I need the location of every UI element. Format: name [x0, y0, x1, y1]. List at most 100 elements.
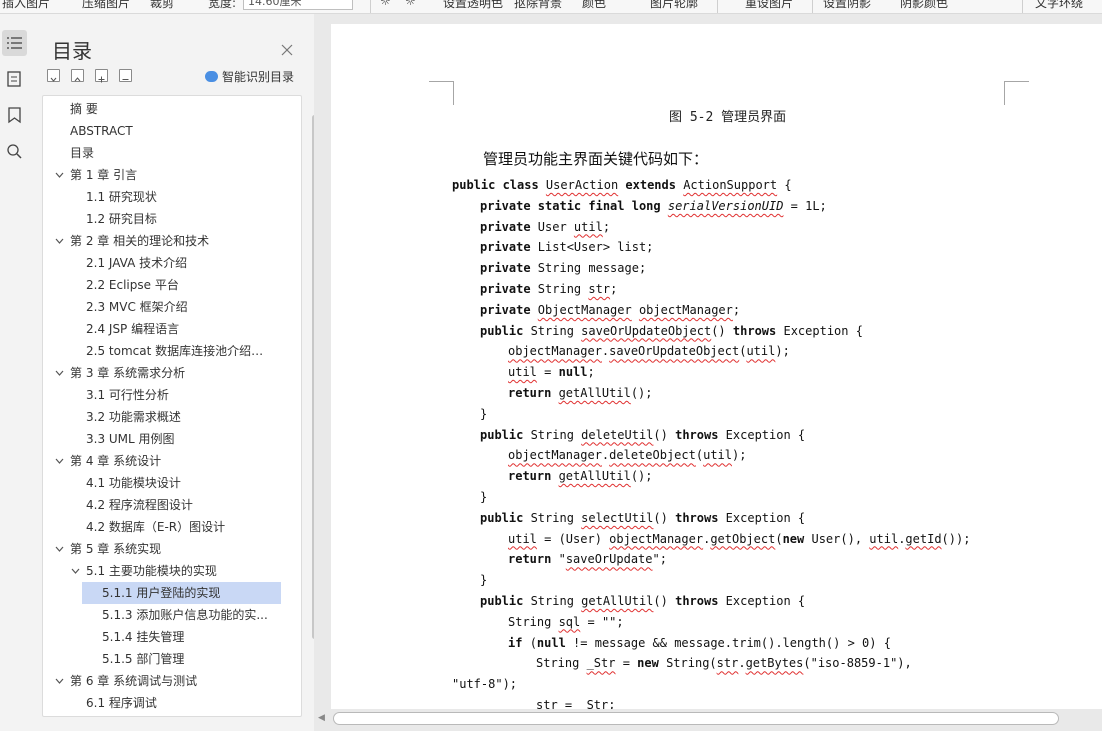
- code-token: saveOrUpdateObject: [609, 344, 740, 359]
- add-level-icon[interactable]: [95, 69, 108, 83]
- code-line: "utf-8");: [452, 674, 970, 695]
- navigation-rail: [0, 14, 30, 731]
- code-token: private: [480, 302, 538, 317]
- code-block: public class UserAction extends ActionSu…: [452, 175, 970, 716]
- code-token: new: [782, 531, 812, 546]
- toolbar-divider: [370, 0, 371, 13]
- code-token: ());: [941, 531, 971, 546]
- horizontal-scrollbar[interactable]: ◀: [314, 709, 1102, 731]
- toc-item-label: 2.5 tomcat 数据库连接池介绍与 ...: [86, 344, 275, 358]
- toc-item-label: 第 4 章 系统设计: [70, 454, 162, 468]
- toc-item[interactable]: 6.1 程序调试: [43, 692, 299, 714]
- chevron-down-icon[interactable]: [55, 677, 64, 685]
- scroll-left-icon[interactable]: ◀: [318, 713, 325, 723]
- toc-item-selected[interactable]: 5.1.1 用户登陆的实现: [82, 582, 281, 604]
- collapse-all-icon[interactable]: [47, 69, 60, 82]
- toc-item[interactable]: 2.3 MVC 框架介绍: [43, 296, 299, 318]
- code-token: = "";: [580, 614, 624, 629]
- toc-item[interactable]: 第 6 章 系统调试与测试: [43, 670, 299, 692]
- reset-picture-button[interactable]: 重设图片: [745, 0, 793, 11]
- brightness-icon[interactable]: ☼: [380, 0, 391, 8]
- chevron-down-icon[interactable]: [71, 567, 80, 575]
- toc-item[interactable]: 1.1 研究现状: [43, 186, 299, 208]
- ai-icon: [205, 71, 218, 82]
- toc-item-label: 2.3 MVC 框架介绍: [86, 300, 188, 314]
- toc-item[interactable]: 4.1 功能模块设计: [43, 472, 299, 494]
- code-token: if: [508, 635, 530, 650]
- compress-picture-button[interactable]: 压缩图片: [82, 0, 130, 11]
- toc-item-label: 4.1 功能模块设计: [86, 476, 181, 490]
- toc-item[interactable]: 第 1 章 引言: [43, 164, 299, 186]
- close-icon[interactable]: [277, 40, 297, 60]
- toc-item[interactable]: 5.1.3 添加账户信息功能的实...: [43, 604, 299, 626]
- toc-item[interactable]: 第 4 章 系统设计: [43, 450, 299, 472]
- chevron-down-icon[interactable]: [55, 369, 64, 377]
- search-icon[interactable]: [2, 138, 27, 164]
- toc-item-label: 2.2 Eclipse 平台: [86, 278, 179, 292]
- code-token: =: [536, 365, 559, 380]
- code-token: String: [537, 281, 589, 296]
- chevron-down-icon[interactable]: [55, 171, 64, 179]
- set-shadow-button[interactable]: 设置阴影: [823, 0, 871, 11]
- code-token: throws: [732, 323, 784, 338]
- toc-item[interactable]: 第 5 章 系统实现: [43, 538, 299, 560]
- code-token: }: [480, 489, 488, 504]
- bookmark-icon[interactable]: [2, 102, 27, 128]
- text-wrap-button[interactable]: 文字环绕: [1035, 0, 1083, 11]
- set-transparent-button[interactable]: 设置透明色: [443, 0, 503, 11]
- toc-item[interactable]: 4.2 数据库（E-R）图设计: [43, 516, 299, 538]
- code-token: extends: [618, 178, 684, 192]
- toc-list: 摘 要 ABSTRACT 目录第 1 章 引言 1.1 研究现状 1.2 研究目标第 2…: [42, 95, 302, 717]
- code-line: public String deleteUtil() throws Except…: [452, 425, 970, 446]
- crop-button[interactable]: 裁剪: [150, 0, 174, 11]
- chevron-down-icon[interactable]: [55, 457, 64, 465]
- toc-item[interactable]: 4.2 程序流程图设计: [43, 494, 299, 516]
- code-token: sql: [558, 614, 581, 629]
- toc-item-label: 3.3 UML 用例图: [86, 432, 175, 446]
- toc-panel-icon[interactable]: [2, 30, 27, 56]
- toc-item[interactable]: 2.1 JAVA 技术介绍: [43, 252, 299, 274]
- toc-item[interactable]: 2.4 JSP 编程语言: [43, 318, 299, 340]
- toc-item[interactable]: 2.5 tomcat 数据库连接池介绍与 ...: [43, 340, 299, 362]
- contrast-icon[interactable]: ☼: [405, 0, 416, 8]
- toc-item[interactable]: 2.2 Eclipse 平台: [43, 274, 299, 296]
- code-token: (): [653, 427, 676, 442]
- code-token: (): [711, 323, 733, 338]
- toc-item-label: 5.1.4 挂失管理: [102, 630, 185, 644]
- code-line: private User util;: [452, 217, 970, 238]
- chevron-down-icon[interactable]: [55, 237, 64, 245]
- shadow-color-button[interactable]: 阴影颜色: [900, 0, 948, 11]
- code-token: String: [530, 323, 582, 338]
- toc-item[interactable]: 3.3 UML 用例图: [43, 428, 299, 450]
- document-page[interactable]: 图 5-2 管理员界面 管理员功能主界面关键代码如下： public class…: [331, 24, 1102, 712]
- smart-toc-button[interactable]: 智能识别目录: [205, 68, 294, 85]
- remove-level-icon[interactable]: [119, 69, 132, 82]
- toc-item-label: 目录: [70, 146, 95, 160]
- toc-item[interactable]: 1.2 研究目标: [43, 208, 299, 230]
- toc-item[interactable]: 5.1.4 挂失管理: [43, 626, 299, 648]
- figure-caption: 图 5-2 管理员界面: [669, 110, 787, 125]
- thumbnail-panel-icon[interactable]: [2, 66, 27, 92]
- width-input[interactable]: 14.60厘米: [243, 0, 353, 10]
- color-button[interactable]: 颜色: [582, 0, 606, 11]
- code-token: UserAction: [545, 178, 619, 192]
- toc-item[interactable]: 第 2 章 相关的理论和技术: [43, 230, 299, 252]
- chevron-down-icon[interactable]: [55, 545, 64, 553]
- remove-background-button[interactable]: 抠除背景: [514, 0, 562, 11]
- toc-item[interactable]: 摘 要: [43, 98, 299, 120]
- toc-item[interactable]: 3.2 功能需求概述: [43, 406, 299, 428]
- code-token: throws: [675, 510, 726, 525]
- code-token: String message;: [537, 261, 647, 276]
- scrollbar-thumb[interactable]: [333, 712, 1059, 725]
- toc-item[interactable]: 5.1 主要功能模块的实现: [43, 560, 299, 582]
- toc-item[interactable]: 第 3 章 系统需求分析: [43, 362, 299, 384]
- toc-item[interactable]: ABSTRACT: [43, 120, 299, 142]
- toc-item-label: ABSTRACT: [70, 124, 133, 138]
- toc-item[interactable]: 目录: [43, 142, 299, 164]
- insert-picture-button[interactable]: 插入图片: [2, 0, 50, 11]
- expand-all-icon[interactable]: [71, 69, 84, 82]
- toc-item[interactable]: 5.1.5 部门管理: [43, 648, 299, 670]
- picture-outline-button[interactable]: 图片轮廓: [650, 0, 698, 11]
- toc-item[interactable]: 3.1 可行性分析: [43, 384, 299, 406]
- code-token: new: [637, 656, 667, 671]
